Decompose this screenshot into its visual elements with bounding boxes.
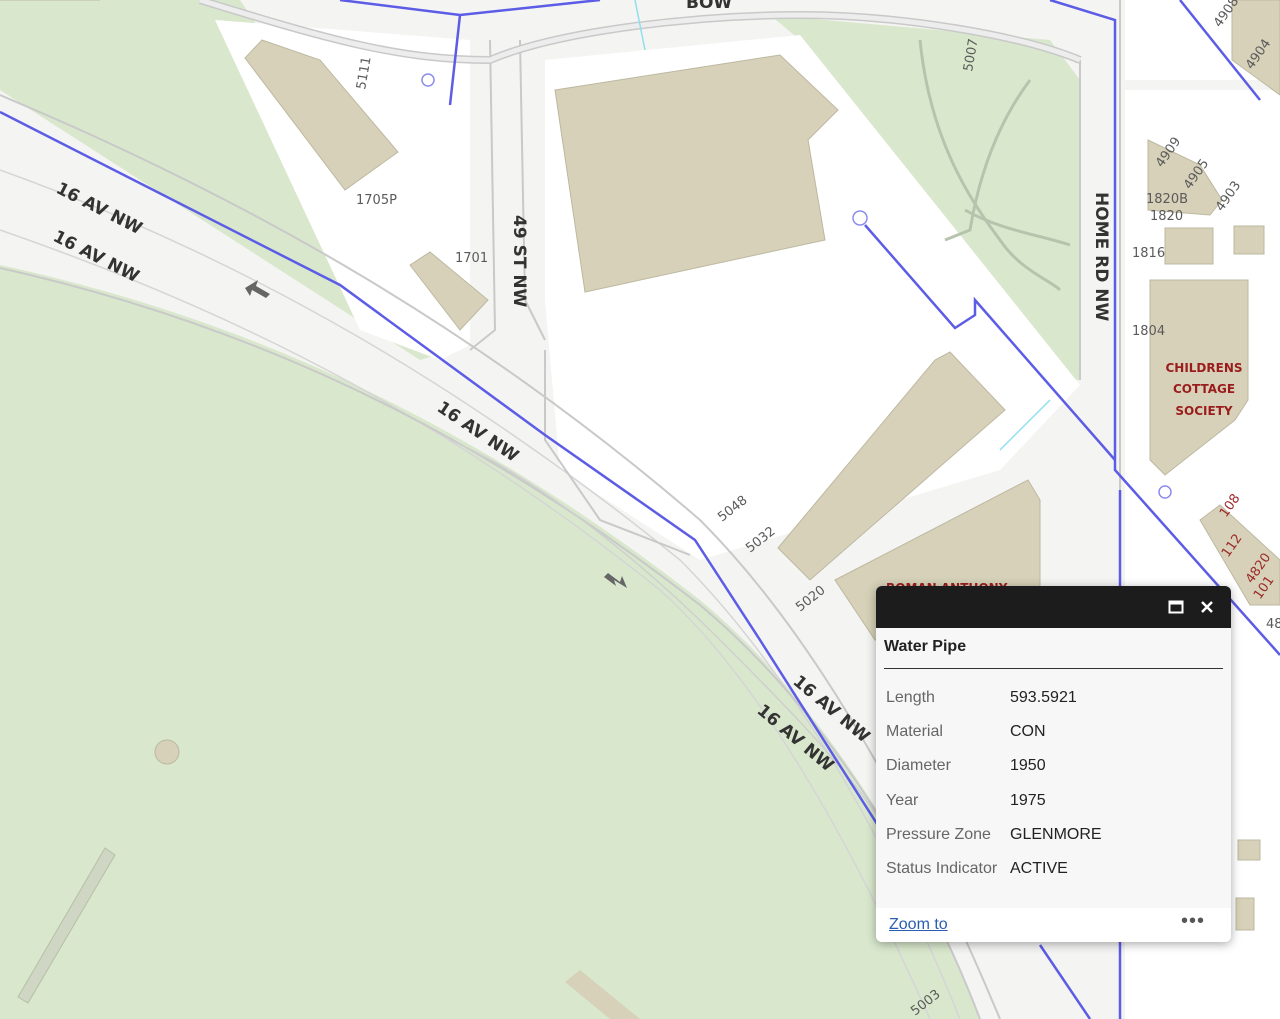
popup-footer: Zoom to ••• [876, 908, 1231, 942]
building-small-2 [1235, 897, 1255, 931]
attribute-value: GLENMORE [1010, 825, 1102, 843]
address-label: 1804 [1132, 324, 1165, 339]
building-1816 [1164, 227, 1214, 265]
attribute-value: 593.5921 [1010, 689, 1077, 707]
attribute-row: Material CON [882, 715, 1106, 749]
attribute-value: 1975 [1010, 791, 1046, 809]
road-label-49-st: 49 ST NW [509, 215, 529, 308]
address-label: 1820B [1146, 192, 1188, 207]
attribute-name: Material [886, 723, 943, 741]
zoom-to-link[interactable]: Zoom to [889, 916, 948, 934]
attribute-row: Year 1975 [882, 784, 1106, 818]
poi-label-cottage: COTTAGE [1173, 382, 1235, 396]
maximize-button[interactable] [1164, 595, 1188, 619]
attribute-name: Status Indicator [886, 860, 998, 878]
poi-label-childrens: CHILDRENS [1165, 361, 1242, 375]
attribute-name: Length [886, 689, 935, 707]
popup-title: Water Pipe [884, 638, 967, 655]
close-button[interactable] [1195, 595, 1219, 619]
road-label-home-rd: HOME RD NW [1091, 192, 1111, 321]
address-label: 1820 [1150, 209, 1183, 224]
address-label: 1816 [1132, 246, 1165, 261]
attribute-name: Diameter [886, 757, 951, 775]
attribute-table: Length 593.5921 Material CON Diameter 19… [882, 681, 1106, 886]
address-label: 48 [1266, 617, 1280, 632]
attribute-row: Status Indicator ACTIVE [882, 852, 1106, 886]
building-small-1 [1237, 839, 1261, 861]
attribute-value: CON [1010, 723, 1046, 741]
attribute-name: Year [886, 791, 919, 809]
attribute-value: 1950 [1010, 757, 1046, 775]
close-icon [1201, 601, 1213, 613]
building-1816-b [1233, 225, 1265, 255]
attribute-name: Pressure Zone [886, 825, 991, 843]
more-actions-button[interactable]: ••• [1181, 910, 1205, 933]
attribute-row: Diameter 1950 [882, 749, 1106, 783]
maximize-icon [1168, 600, 1184, 614]
road-label-bowness: BOW [686, 0, 732, 13]
address-label: 1701 [455, 251, 488, 266]
structure-round [154, 739, 180, 765]
address-label: 1705P [356, 193, 397, 208]
poi-label-society: SOCIETY [1175, 404, 1232, 418]
attribute-row: Pressure Zone GLENMORE [882, 818, 1106, 852]
attribute-row: Length 593.5921 [882, 681, 1106, 715]
popup-header [876, 586, 1231, 628]
feature-popup: Water Pipe Length 593.5921 Material CON … [876, 586, 1231, 942]
attribute-value: ACTIVE [1010, 860, 1068, 878]
popup-divider [884, 668, 1223, 669]
